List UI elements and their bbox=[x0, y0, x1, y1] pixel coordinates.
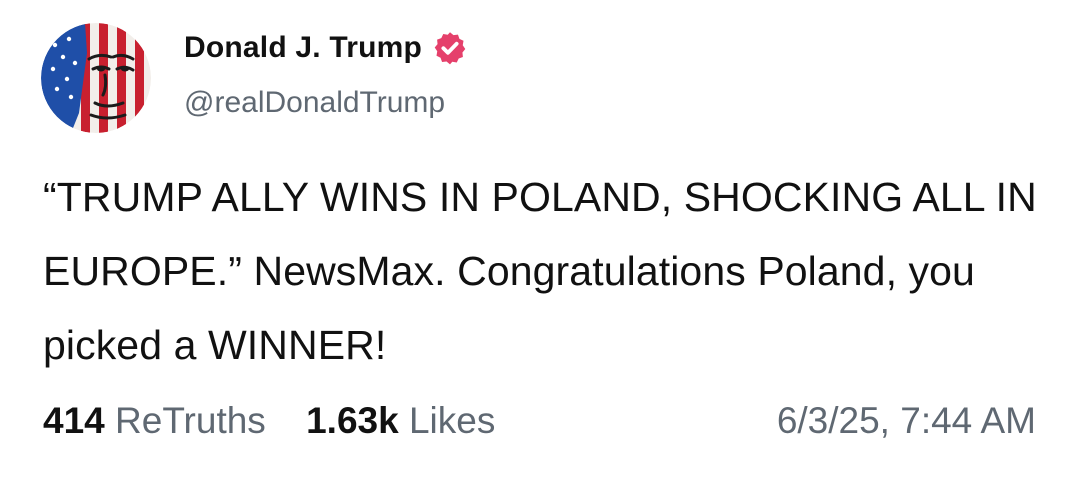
author-handle[interactable]: @realDonaldTrump bbox=[184, 86, 445, 120]
post-text: “TRUMP ALLY WINS IN POLAND, SHOCKING ALL… bbox=[43, 174, 1037, 368]
likes-stat[interactable]: 1.63k Likes bbox=[306, 400, 495, 442]
retruths-count: 414 bbox=[43, 400, 105, 441]
author-name-row: Donald J. Trump bbox=[184, 28, 468, 68]
post-card: Donald J. Trump @realDonaldTrump “TRUMP … bbox=[0, 0, 1080, 484]
likes-label: Likes bbox=[408, 400, 496, 441]
retruths-stat[interactable]: 414 ReTruths bbox=[43, 400, 266, 442]
retruths-label: ReTruths bbox=[115, 400, 266, 441]
avatar-flag-face-image bbox=[41, 23, 151, 133]
avatar[interactable] bbox=[41, 23, 151, 133]
verified-badge-icon bbox=[434, 32, 466, 65]
likes-count: 1.63k bbox=[306, 400, 399, 441]
author-display-name[interactable]: Donald J. Trump bbox=[184, 31, 422, 65]
post-stats: 414 ReTruths 1.63k Likes bbox=[43, 400, 495, 442]
post-timestamp[interactable]: 6/3/25, 7:44 AM bbox=[777, 400, 1036, 442]
